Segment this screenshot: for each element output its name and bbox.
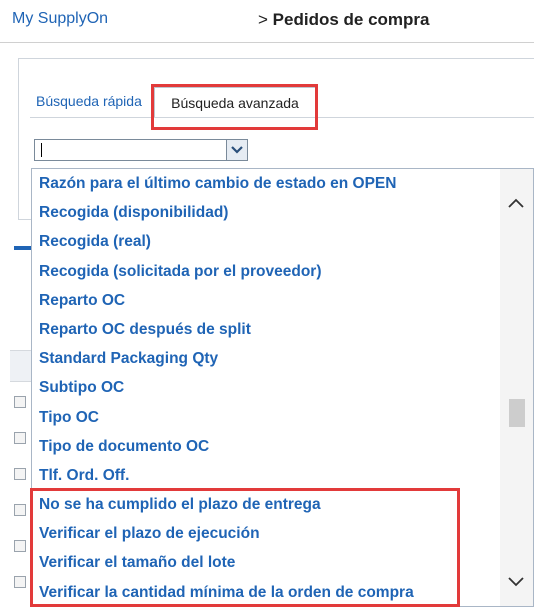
scroll-down-button[interactable] [506, 572, 526, 592]
chevron-down-icon [231, 146, 243, 154]
background-row-checkbox[interactable] [14, 576, 26, 588]
breadcrumb-separator: > [258, 10, 268, 29]
text-cursor [41, 143, 42, 157]
background-row-checkbox[interactable] [14, 540, 26, 552]
option-item[interactable]: Recogida (disponibilidad) [32, 198, 500, 227]
option-item[interactable]: Reparto OC [32, 286, 500, 315]
tab-advanced-search[interactable]: Búsqueda avanzada [154, 87, 316, 118]
option-item[interactable]: Reparto OC después de split [32, 315, 500, 344]
background-row-checkbox[interactable] [14, 504, 26, 516]
chevron-up-icon [508, 198, 524, 208]
option-item[interactable]: Verificar el tamaño del lote [32, 548, 500, 577]
option-item[interactable]: Recogida (real) [32, 227, 500, 256]
option-item[interactable]: Tipo OC [32, 403, 500, 432]
option-item[interactable]: No se ha cumplido el plazo de entrega [32, 490, 500, 519]
option-item[interactable]: Razón para el último cambio de estado en… [32, 169, 500, 198]
background-row-checkbox[interactable] [14, 396, 26, 408]
vertical-scrollbar[interactable] [500, 169, 533, 606]
background-row-checkbox[interactable] [14, 432, 26, 444]
option-item[interactable]: Verificar la cantidad mínima de la orden… [32, 578, 500, 606]
option-item[interactable]: Subtipo OC [32, 373, 500, 402]
tab-underline [30, 117, 534, 118]
field-options-list[interactable]: Razón para el último cambio de estado en… [31, 168, 534, 607]
scroll-up-button[interactable] [506, 193, 526, 213]
background-row-checkbox[interactable] [14, 468, 26, 480]
tab-quick-search[interactable]: Búsqueda rápida [36, 93, 142, 109]
top-bar: My SupplyOn > Pedidos de compra [0, 0, 534, 43]
page-title: Pedidos de compra [272, 10, 430, 29]
field-select[interactable] [34, 139, 248, 161]
option-item[interactable]: Tipo de documento OC [32, 432, 500, 461]
options-list: Razón para el último cambio de estado en… [32, 169, 500, 606]
my-supplyon-link[interactable]: My SupplyOn [12, 10, 108, 28]
chevron-down-icon [508, 577, 524, 587]
option-item[interactable]: Standard Packaging Qty [32, 344, 500, 373]
dropdown-toggle-button[interactable] [226, 140, 247, 160]
scrollbar-thumb[interactable] [509, 399, 525, 427]
option-item[interactable]: Verificar el plazo de ejecución [32, 519, 500, 548]
option-item[interactable]: Recogida (solicitada por el proveedor) [32, 257, 500, 286]
breadcrumb: > Pedidos de compra [258, 10, 430, 30]
option-item[interactable]: Tlf. Ord. Off. [32, 461, 500, 490]
